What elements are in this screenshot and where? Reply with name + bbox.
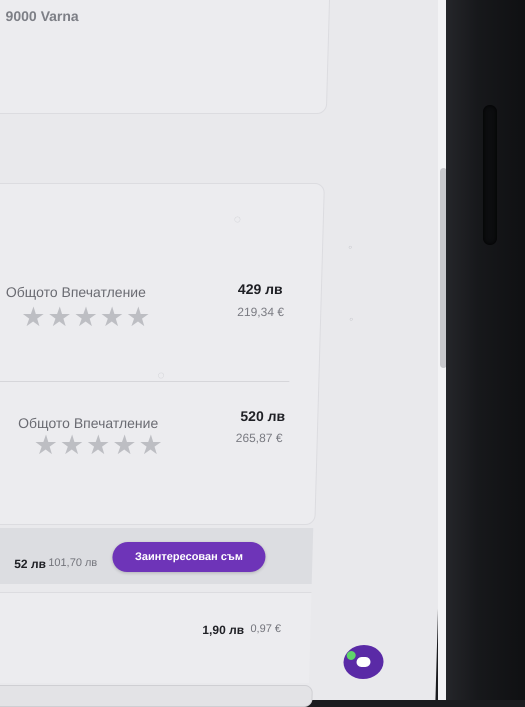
- listing-price-eur: 265,87 €: [235, 431, 283, 445]
- listing-price-eur: 219,34 €: [237, 305, 285, 319]
- online-status-dot: [346, 651, 356, 660]
- bottom-card-edge: [0, 685, 313, 707]
- bezel-slot: [483, 105, 497, 245]
- offer-price-alt: 101,70 лв: [48, 557, 98, 569]
- star-icon: ★: [111, 430, 137, 460]
- reviews-card: [0, 183, 325, 525]
- review-label: Общото Впечатление: [5, 284, 147, 300]
- star-icon: ★: [85, 430, 111, 460]
- star-icon: ★: [33, 430, 59, 460]
- address-city: 9000 Varna: [5, 8, 79, 24]
- dot-icon: ◦: [348, 312, 354, 326]
- star-rating: ★ ★ ★ ★ ★: [33, 430, 164, 460]
- dot-icon: ◦: [347, 240, 353, 254]
- star-icon: ★: [125, 302, 151, 332]
- listing-price: 429 лв: [237, 281, 283, 297]
- review-label: Общото Впечатление: [17, 415, 159, 431]
- star-icon: ★: [46, 302, 73, 332]
- fee-price-alt: 0,97 €: [250, 623, 282, 635]
- star-rating: ★ ★ ★ ★ ★: [20, 302, 151, 332]
- star-icon: ★: [59, 430, 85, 460]
- heart-icon[interactable]: ◌: [234, 212, 242, 226]
- star-icon: ★: [20, 302, 46, 332]
- chat-button[interactable]: [343, 645, 384, 679]
- fee-panel: [0, 592, 312, 683]
- star-icon: ★: [99, 302, 125, 332]
- chat-bubble-icon: [356, 657, 371, 667]
- star-icon: ★: [73, 302, 99, 332]
- divider: [0, 381, 290, 382]
- fee-price: 1,90 лв: [202, 623, 245, 637]
- listing-price: 520 лв: [240, 408, 286, 424]
- browser-viewport: 9000 Varna ◌ ◦ ◦ ◌ Общото Впечатление ★ …: [0, 0, 455, 707]
- star-icon: ★: [138, 430, 164, 460]
- offer-price: 52 лв: [14, 557, 47, 571]
- interested-button[interactable]: Заинтересован съм: [112, 542, 266, 572]
- pin-icon: ◌: [157, 368, 165, 382]
